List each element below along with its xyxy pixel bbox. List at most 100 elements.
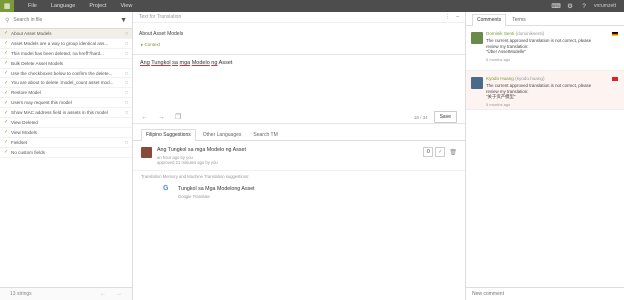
comment-handle: (dominiksenti) <box>515 31 545 36</box>
translation-word: Modelo <box>191 60 210 66</box>
string-list-item[interactable]: ✓ Bulk Delete Asset Models <box>0 59 132 69</box>
vote-count: 0 <box>423 147 434 157</box>
tab-other-languages[interactable]: Other Languages <box>198 129 247 140</box>
copy-source-icon[interactable]: → <box>158 114 170 121</box>
approved-check-icon: ✓ <box>4 79 9 86</box>
string-list-item[interactable]: ✓ Users may request this model □ <box>0 98 132 109</box>
comment-author[interactable]: Dominik Senti <box>486 31 514 36</box>
string-text: You are about to delete :model_count ass… <box>11 80 114 86</box>
filter-icon[interactable]: ▼ <box>120 17 127 24</box>
string-list-item[interactable]: ✓ This model has been deleted, na hreff"/… <box>0 49 132 59</box>
string-list-item[interactable]: ✓ Use the checkboxes below to confirm the… <box>0 69 132 79</box>
string-list-item[interactable]: ✓ Asset Models are a way to group identic… <box>0 39 132 49</box>
char-counter: 18 / 34 <box>413 114 428 120</box>
help-icon[interactable]: ? <box>580 2 588 10</box>
suggestion-tabs: Filipino Suggestions Other Languages Sea… <box>133 128 465 141</box>
comment-icon: □ <box>125 70 128 76</box>
comment-text-line: "Über AssetModelle" <box>486 49 526 55</box>
comment-author[interactable]: Kyodo Huang <box>486 76 514 81</box>
menu-language[interactable]: Language <box>51 3 75 9</box>
string-list-item[interactable]: ✓ View Deleted <box>0 118 132 128</box>
next-page-icon[interactable]: → <box>116 291 122 297</box>
string-list-item[interactable]: ✓ Fieldset □ <box>0 138 132 148</box>
approved-check-icon: ✓ <box>4 149 9 156</box>
suggestion-approval: approved 21 minutes ago by you <box>157 160 218 165</box>
string-list-item[interactable]: ✓ Restore Model □ <box>0 88 132 99</box>
search-input[interactable] <box>13 17 121 23</box>
tab-search-tm[interactable]: Search TM <box>248 129 282 140</box>
approved-check-icon: ✓ <box>4 139 9 146</box>
more-options-icon[interactable]: ⋮ <box>445 14 450 20</box>
comment-item: Kyodo Huang (kyodo.huang) The current ap… <box>466 71 624 110</box>
prev-page-icon[interactable]: ← <box>100 291 106 297</box>
menu-project[interactable]: Project <box>89 3 106 9</box>
string-count: 13 strings <box>10 291 32 297</box>
string-text: View Deleted <box>11 119 38 125</box>
strings-footer: 13 strings ← → <box>0 287 132 300</box>
undo-icon[interactable]: ← <box>141 114 153 121</box>
tab-comments[interactable]: Comments <box>472 14 507 26</box>
approved-check-icon: ✓ <box>4 89 9 96</box>
new-comment-input[interactable] <box>472 291 612 297</box>
approved-check-icon: ✓ <box>4 99 9 106</box>
string-text: Bulk Delete Asset Models <box>11 60 64 66</box>
tm-caption: Translation Memory and Machine Translati… <box>141 174 250 179</box>
comment-icon: □ <box>125 90 128 96</box>
editor-panel: Text for Translation ⋮ – About Asset Mod… <box>133 12 466 300</box>
translation-word: Asset <box>218 60 233 66</box>
string-text: This model has been deleted, na hreff"/h… <box>11 50 104 56</box>
menu-view[interactable]: View <box>120 3 132 9</box>
top-bar: ▦ File Language Project View ⌨ ⚙ ? vnrum… <box>0 0 624 12</box>
comment-icon: □ <box>125 50 128 56</box>
trash-icon[interactable]: 🗑 <box>449 149 457 156</box>
china-flag-icon <box>612 77 618 81</box>
string-list: ✓ About Asset Models □ ✓ Asset Models are a … <box>0 29 132 158</box>
string-text: Fieldset <box>11 139 28 145</box>
comments-panel: Comments Terms Dominik Senti (dominiksen… <box>466 12 624 300</box>
right-tabs: Comments Terms <box>466 12 624 26</box>
save-button[interactable]: Save <box>433 111 457 123</box>
comment-item: Dominik Senti (dominiksenti) The current… <box>466 26 624 71</box>
string-list-item[interactable]: ✓ View Models <box>0 128 132 138</box>
approve-check-icon[interactable]: ✓ <box>435 147 446 157</box>
keyboard-icon[interactable]: ⌨ <box>551 2 560 10</box>
translation-word: ng <box>211 60 218 66</box>
suggestion-text[interactable]: Ang Tungkol sa mga Modelo ng Asset <box>157 147 423 153</box>
comment-icon: □ <box>125 139 128 145</box>
comment-icon: □ <box>125 30 128 36</box>
context-toggle[interactable]: ▸ Context <box>133 40 465 50</box>
collapse-icon[interactable]: – <box>456 14 459 20</box>
string-text: Use the checkboxes below to confirm the … <box>11 70 113 76</box>
avatar <box>471 32 483 44</box>
translation-word: sa <box>172 60 178 66</box>
comment-icon: □ <box>125 110 128 116</box>
gear-icon[interactable]: ⚙ <box>566 2 574 10</box>
tab-filipino-suggestions[interactable]: Filipino Suggestions <box>141 129 196 141</box>
duplicate-icon[interactable]: ❐ <box>175 113 187 121</box>
suggestion-item: Ang Tungkol sa mga Modelo ng Asset an ho… <box>133 141 465 171</box>
tab-terms[interactable]: Terms <box>507 14 531 25</box>
main-menu: File Language Project View <box>28 3 146 9</box>
translation-word: Tungkol <box>151 60 171 66</box>
string-list-item[interactable]: ✓ Show MAC address field in assets in thi… <box>0 108 132 119</box>
approved-check-icon: ✓ <box>4 60 9 67</box>
string-list-item[interactable]: ✓ No custom fields <box>0 148 132 158</box>
menu-file[interactable]: File <box>28 3 37 9</box>
top-right-controls: ⌨ ⚙ ? vnrumzett <box>546 2 624 11</box>
comment-time: 5 months ago <box>486 101 511 107</box>
string-text: Asset Models are a way to group identica… <box>11 40 109 46</box>
string-list-item[interactable]: ✓ About Asset Models □ <box>0 29 132 39</box>
comment-time: 5 months ago <box>486 56 511 62</box>
translation-editor[interactable]: Ang Tungkol sa mga Modelo ng Asset <box>133 54 465 111</box>
tm-suggestion-source: Google Translate <box>178 194 210 199</box>
tm-suggestion[interactable]: G Tungkol sa Mga Modelong Asset Google T… <box>133 182 465 203</box>
avatar <box>141 147 152 158</box>
approved-check-icon: ✓ <box>4 119 9 126</box>
tm-suggestion-text: Tungkol sa Mga Modelong Asset <box>178 186 255 192</box>
string-text: View Models <box>11 129 37 135</box>
crowdin-logo-icon[interactable]: ▦ <box>0 0 14 12</box>
user-name[interactable]: vnrumzett <box>594 3 616 9</box>
translation-word: Ang <box>140 60 150 66</box>
approved-check-icon: ✓ <box>4 30 9 37</box>
string-list-item[interactable]: ✓ You are about to delete :model_count as… <box>0 78 132 89</box>
